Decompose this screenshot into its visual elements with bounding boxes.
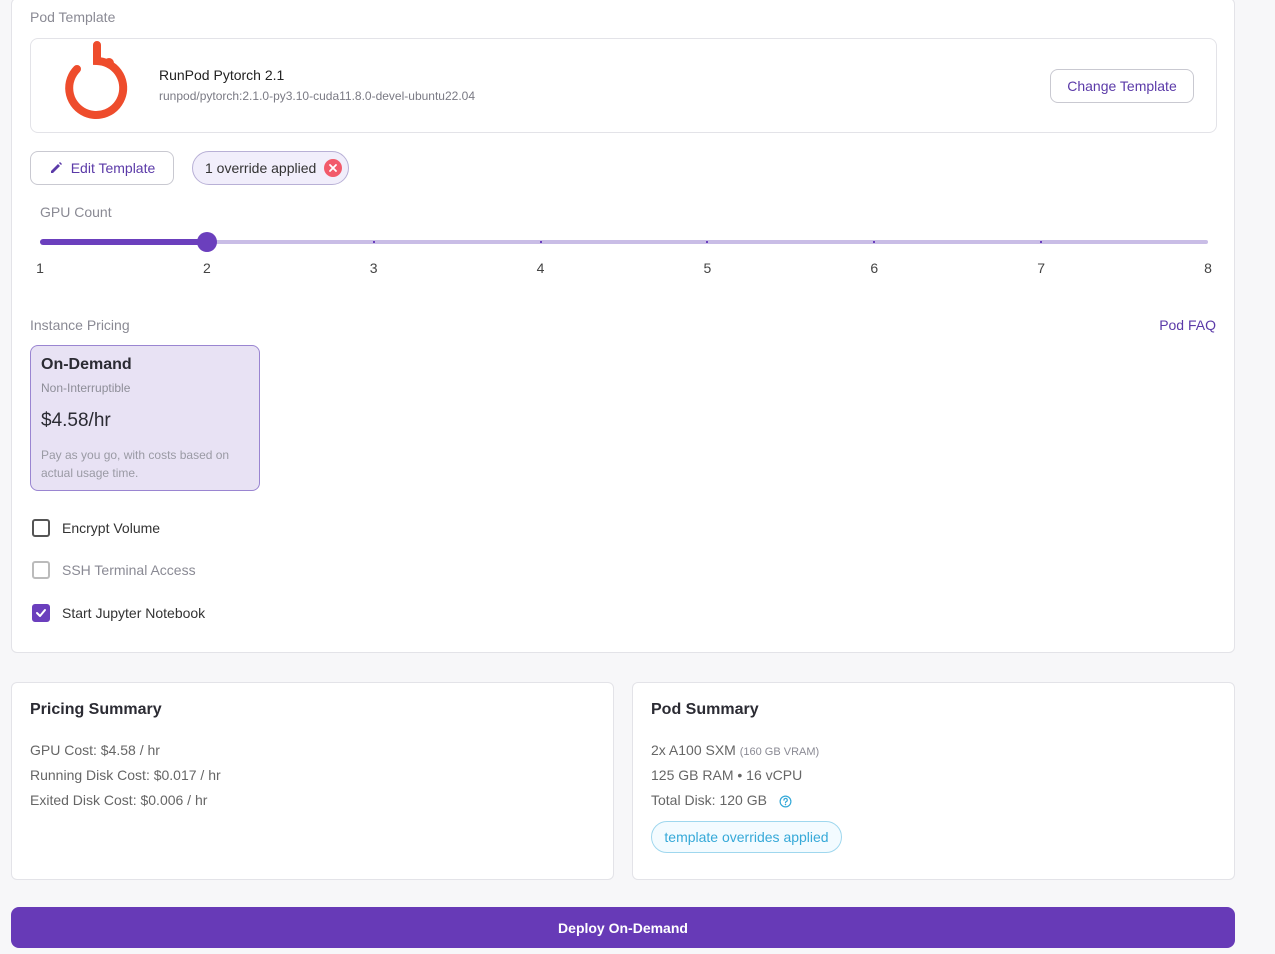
jupyter-label: Start Jupyter Notebook <box>62 605 206 621</box>
ram-cpu-summary: 125 GB RAM • 16 vCPU <box>651 767 803 783</box>
ssh-terminal-option: SSH Terminal Access <box>32 561 196 579</box>
encrypt-volume-checkbox[interactable] <box>32 519 50 537</box>
jupyter-checkbox[interactable] <box>32 604 50 622</box>
pod-config-card: Pod Template RunPod Pytorch 2.1 runpod/p… <box>11 0 1235 653</box>
on-demand-pricing-card[interactable]: On-Demand Non-Interruptible $4.58/hr Pay… <box>30 345 260 491</box>
deploy-on-demand-button[interactable]: Deploy On-Demand <box>11 907 1235 948</box>
override-chip-label: 1 override applied <box>205 160 317 176</box>
pricing-summary-title: Pricing Summary <box>30 701 162 718</box>
encrypt-volume-option[interactable]: Encrypt Volume <box>32 519 160 537</box>
slider-tick-mark <box>1040 241 1043 243</box>
slider-tick-label[interactable]: 4 <box>537 260 545 276</box>
slider-tick-label[interactable]: 6 <box>870 260 878 276</box>
pod-summary-title: Pod Summary <box>651 701 759 718</box>
pod-template-label: Pod Template <box>30 9 116 25</box>
slider-tick-label[interactable]: 3 <box>370 260 378 276</box>
slider-tick-mark <box>539 241 542 243</box>
pricing-option-price: $4.58/hr <box>41 410 111 431</box>
template-image: runpod/pytorch:2.1.0-py3.10-cuda11.8.0-d… <box>159 89 476 103</box>
disk-summary: Total Disk: 120 GB <box>651 792 792 808</box>
pencil-icon <box>50 162 62 173</box>
gpu-count-slider[interactable]: 1 2 3 4 5 6 7 8 <box>36 229 1212 279</box>
template-box: RunPod Pytorch 2.1 runpod/pytorch:2.1.0-… <box>30 38 1217 133</box>
instance-pricing-label: Instance Pricing <box>30 317 130 333</box>
pod-faq-link[interactable]: Pod FAQ <box>1159 317 1216 333</box>
running-disk-cost: Running Disk Cost: $0.017 / hr <box>30 767 221 783</box>
template-overrides-chip[interactable]: template overrides applied <box>651 821 842 853</box>
clear-override-button[interactable] <box>324 159 343 177</box>
jupyter-option[interactable]: Start Jupyter Notebook <box>32 604 205 622</box>
override-chip: 1 override applied <box>192 151 349 185</box>
ssh-terminal-label: SSH Terminal Access <box>62 562 196 578</box>
slider-tick-label[interactable]: 1 <box>36 260 44 276</box>
pricing-option-description: Pay as you go, with costs based on actua… <box>41 448 230 480</box>
gpu-count-label: GPU Count <box>40 204 112 220</box>
slider-tick-label[interactable]: 8 <box>1204 260 1212 276</box>
change-template-button[interactable]: Change Template <box>1050 69 1194 103</box>
pricing-summary-card: Pricing Summary GPU Cost: $4.58 / hr Run… <box>11 682 614 880</box>
slider-tick-label[interactable]: 7 <box>1037 260 1045 276</box>
encrypt-volume-label: Encrypt Volume <box>62 520 161 536</box>
slider-tick-mark <box>873 241 876 243</box>
pytorch-logo-icon <box>65 41 128 119</box>
slider-tick-mark <box>372 241 375 243</box>
pricing-option-subtitle: Non-Interruptible <box>41 381 131 395</box>
vram-amount: (160 GB VRAM) <box>739 746 820 758</box>
edit-template-label: Edit Template <box>70 160 156 176</box>
slider-fill <box>40 239 207 245</box>
gpu-model: 2x A100 SXM <box>651 742 736 758</box>
gpu-summary: 2x A100 SXM (160 GB VRAM) <box>651 742 819 758</box>
slider-tick-mark <box>205 241 208 243</box>
pricing-option-title: On-Demand <box>41 356 132 373</box>
exited-disk-cost: Exited Disk Cost: $0.006 / hr <box>30 792 208 808</box>
check-icon <box>36 609 46 617</box>
slider-tick-label[interactable]: 5 <box>704 260 712 276</box>
close-icon <box>329 164 338 172</box>
help-icon[interactable] <box>779 795 792 808</box>
edit-template-button[interactable]: Edit Template <box>30 151 174 185</box>
slider-tick-mark <box>706 241 709 243</box>
total-disk: Total Disk: 120 GB <box>651 792 767 808</box>
template-name: RunPod Pytorch 2.1 <box>159 67 285 83</box>
slider-tick-label[interactable]: 2 <box>203 260 211 276</box>
gpu-cost: GPU Cost: $4.58 / hr <box>30 742 160 758</box>
pod-summary-card: Pod Summary 2x A100 SXM (160 GB VRAM) 12… <box>632 682 1235 880</box>
ssh-terminal-checkbox <box>32 561 50 579</box>
